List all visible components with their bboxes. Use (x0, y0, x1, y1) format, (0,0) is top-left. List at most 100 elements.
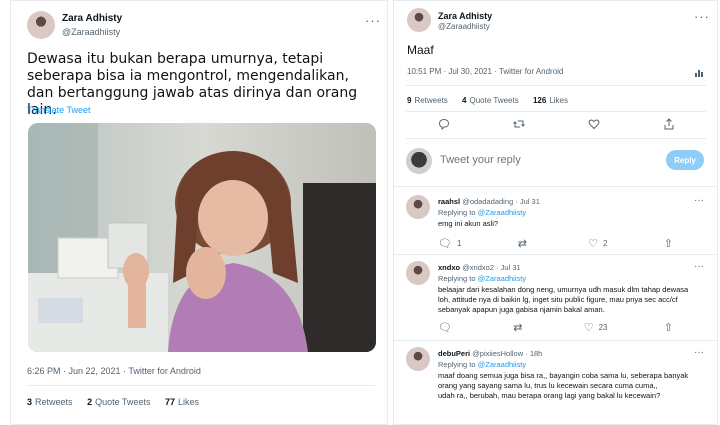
like-count: 23 (598, 323, 608, 332)
more-options-icon[interactable]: ··· (694, 195, 704, 206)
quote-tweets-stat[interactable]: 2 Quote Tweets (87, 397, 150, 407)
reply-line: udah ra,, berubah, mau berapa orang lagi… (438, 391, 661, 400)
retweets-label: Retweets (414, 96, 448, 105)
retweets-stat[interactable]: 9 Retweets (407, 96, 448, 105)
reply-action[interactable]: 🗨 1 (438, 237, 461, 250)
reply-line: belaajar dari kesalahan dong neng, umurn… (438, 285, 689, 294)
quotes-count: 4 (462, 96, 467, 105)
reply-author-name[interactable]: debuPeri (438, 349, 470, 358)
retweets-label: Retweets (35, 397, 73, 407)
reply-icon: 🗨 (438, 238, 452, 250)
replying-to: Replying to @Zaraadhiisty (438, 360, 526, 369)
reply-actions: 🗨 ⇄ ♡ 23 ⇧ (438, 321, 673, 334)
author-handle[interactable]: @Zaraadhiisty (62, 27, 120, 37)
quotes-label: Quote Tweets (469, 96, 519, 105)
reply-count: 1 (456, 239, 462, 248)
reply-header: xndxo @xndxo2 · Jul 31 (438, 263, 521, 272)
likes-stat[interactable]: 77 Likes (165, 397, 199, 407)
avatar[interactable] (27, 11, 55, 39)
avatar[interactable] (406, 261, 430, 285)
reply-icon[interactable] (438, 118, 450, 133)
reply-meta[interactable]: @pixiiesHollow · 18h (472, 349, 542, 358)
reply-tweet[interactable]: debuPeri @pixiiesHollow · 18h ··· Replyi… (394, 347, 717, 424)
share-icon: ⇧ (663, 238, 673, 250)
share-action[interactable]: ⇧ (664, 321, 673, 334)
heart-icon: ♡ (583, 322, 594, 334)
reply-tweet[interactable]: raahsl @odadadading · Jul 31 ··· Replyin… (394, 195, 717, 255)
retweets-stat[interactable]: 3 Retweets (27, 397, 73, 407)
tweet-stats: 9 Retweets 4 Quote Tweets 126 Likes (407, 96, 580, 105)
quotes-label: Quote Tweets (95, 397, 151, 407)
replying-to-label: Replying to (438, 274, 476, 283)
tweet-timestamp[interactable]: 10:51 PM · Jul 30, 2021 · Twitter for An… (407, 67, 563, 76)
quotes-count: 2 (87, 397, 93, 407)
reply-meta[interactable]: @odadadading · Jul 31 (462, 197, 540, 206)
tweet-text: Maaf (407, 43, 434, 57)
reply-meta[interactable]: @xndxo2 · Jul 31 (462, 263, 520, 272)
likes-count: 77 (164, 397, 175, 407)
retweet-icon[interactable] (512, 118, 525, 133)
reply-author-name[interactable]: raahsl (438, 197, 460, 206)
photo-illustration (28, 123, 376, 352)
tweet-photo[interactable] (28, 123, 376, 352)
retweets-count: 3 (27, 397, 33, 407)
more-options-icon[interactable]: ··· (694, 261, 704, 272)
divider (406, 85, 706, 86)
divider (394, 340, 717, 341)
avatar[interactable] (406, 195, 430, 219)
like-count: 2 (603, 239, 608, 248)
replying-to-handle[interactable]: @Zaraadhiisty (478, 274, 526, 283)
likes-label: Likes (549, 96, 568, 105)
reply-author-name[interactable]: xndxo (438, 263, 460, 272)
tweet-stats: 3 Retweets 2 Quote Tweets 77 Likes (27, 397, 211, 407)
divider (406, 138, 706, 139)
retweet-icon: ⇄ (513, 322, 523, 334)
analytics-icon[interactable] (694, 65, 704, 83)
author-name[interactable]: Zara Adhisty (438, 11, 492, 21)
reply-tweet[interactable]: xndxo @xndxo2 · Jul 31 ··· Replying to @… (394, 261, 717, 341)
reply-header: raahsl @odadadading · Jul 31 (438, 197, 540, 206)
share-icon[interactable] (663, 118, 675, 133)
author-name[interactable]: Zara Adhisty (62, 13, 122, 24)
avatar[interactable] (406, 347, 430, 371)
avatar[interactable] (407, 8, 431, 32)
reply-line: orang yang sayang sama lu, trus lu kecew… (438, 381, 658, 390)
current-user-avatar[interactable] (406, 148, 432, 174)
replying-to-handle[interactable]: @Zaraadhiisty (478, 360, 526, 369)
like-action[interactable]: ♡ 23 (584, 321, 608, 334)
divider (394, 186, 717, 187)
retweet-action[interactable]: ⇄ (513, 321, 527, 334)
more-options-icon[interactable]: ··· (694, 347, 704, 358)
translate-tweet-link[interactable]: Translate Tweet (27, 105, 91, 115)
more-options-icon[interactable]: ··· (365, 13, 381, 28)
replying-to-handle[interactable]: @Zaraadhiisty (478, 208, 526, 217)
share-action[interactable]: ⇧ (664, 237, 673, 250)
reply-line: loh, attitude nya di baikin lg, inget si… (438, 295, 678, 304)
replying-to-label: Replying to (438, 208, 476, 217)
share-icon: ⇧ (663, 322, 673, 334)
replying-to: Replying to @Zaraadhiisty (438, 208, 526, 217)
reply-action[interactable]: 🗨 (438, 321, 457, 334)
divider (27, 385, 375, 386)
reply-button[interactable]: Reply (666, 150, 704, 170)
tweet-thread-right: Zara Adhisty @Zaraadhiisty ··· Maaf 10:5… (393, 0, 718, 425)
retweet-action[interactable]: ⇄ (518, 237, 532, 250)
likes-label: Likes (177, 397, 199, 407)
reply-icon: 🗨 (438, 322, 452, 334)
reply-text: emg ini akun asli? (438, 219, 708, 229)
quote-tweets-stat[interactable]: 4 Quote Tweets (462, 96, 519, 105)
heart-icon[interactable] (588, 118, 600, 133)
reply-header: debuPeri @pixiiesHollow · 18h (438, 349, 542, 358)
author-handle[interactable]: @Zaraadhiisty (438, 22, 490, 31)
reply-line: maaf doang semua juga bisa ra,, bayangin… (438, 371, 689, 380)
reply-text: belaajar dari kesalahan dong neng, umurn… (438, 285, 708, 315)
divider (394, 254, 717, 255)
reply-input[interactable] (440, 154, 640, 166)
tweet-actions (406, 118, 706, 133)
likes-count: 126 (532, 96, 547, 105)
replying-to-label: Replying to (438, 360, 476, 369)
more-options-icon[interactable]: ··· (694, 9, 710, 24)
likes-stat[interactable]: 126 Likes (533, 96, 568, 105)
tweet-timestamp[interactable]: 6:26 PM · Jun 22, 2021 · Twitter for And… (27, 366, 201, 376)
like-action[interactable]: ♡ 2 (588, 237, 607, 250)
